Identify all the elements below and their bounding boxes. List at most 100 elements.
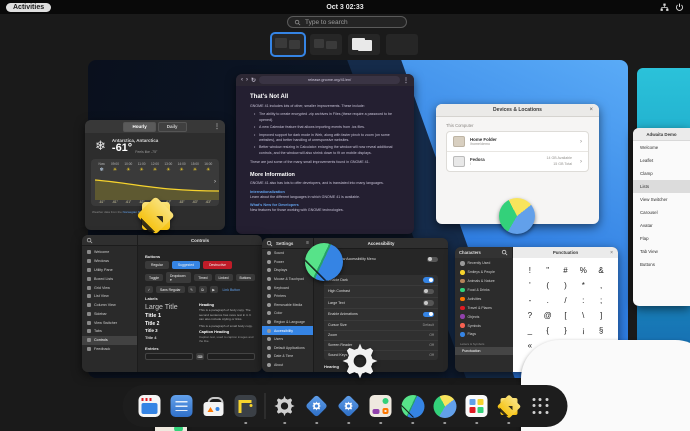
sidebar-item-category[interactable]: Animals & Nature [455, 277, 513, 286]
settings-app-icon[interactable] [341, 342, 379, 380]
sidebar-item[interactable]: Tabs [82, 327, 137, 336]
whats-new-developers-link[interactable]: What's New for Developers [250, 203, 400, 207]
sidebar-item[interactable]: Color [262, 309, 313, 318]
sidebar-item[interactable]: Region & Language [262, 318, 313, 327]
sidebar-item[interactable]: Buttons [633, 258, 690, 271]
sidebar-item-category[interactable]: Flags [455, 330, 513, 339]
character-cell[interactable]: { [539, 326, 557, 335]
dock-item-software[interactable] [201, 393, 227, 419]
chevron-right-icon[interactable]: › [214, 179, 216, 185]
character-cell[interactable]: } [557, 326, 575, 335]
link-button[interactable]: Link Button [223, 288, 241, 292]
sidebar-item[interactable]: Welcome [633, 141, 690, 154]
show-applications-button[interactable] [528, 393, 554, 419]
cursor-size-row[interactable]: Cursor Size Default [324, 319, 438, 330]
checkbox[interactable]: ✓ [145, 286, 153, 294]
reload-icon[interactable]: ↻ [251, 77, 256, 84]
character-cell[interactable]: § [592, 326, 610, 335]
toggle[interactable] [423, 277, 434, 283]
character-cell[interactable]: & [592, 266, 610, 275]
sidebar-item[interactable]: Accessibility [262, 326, 313, 335]
search-input[interactable]: Type to search [287, 16, 407, 28]
sidebar-item[interactable]: Windows [82, 257, 137, 266]
sidebar-item[interactable]: Carousel [633, 206, 690, 219]
regular-button[interactable]: Regular [145, 261, 169, 269]
list-item-home[interactable]: Home Folder /home/demo › [447, 132, 588, 151]
dock-item-files[interactable] [169, 393, 195, 419]
character-cell[interactable]: , [592, 281, 610, 290]
activities-button[interactable]: Activities [6, 2, 52, 12]
adwaita-demo-window[interactable]: Adwaita Demo Welcome Leaflet Clamp Lists Vie… [633, 128, 690, 306]
sidebar-item[interactable]: Printers [262, 292, 313, 301]
controls-demo-window[interactable]: Controls Welcome Windows Utility Pane Boxed… [82, 235, 262, 372]
small-button[interactable]: Timed [194, 274, 212, 282]
forward-icon[interactable]: › [246, 77, 248, 83]
back-icon[interactable]: ‹ [241, 77, 243, 83]
dock-item-calendar[interactable] [137, 393, 163, 419]
sidebar-item[interactable]: View Switcher [633, 193, 690, 206]
clock[interactable]: Oct 3 02:33 [326, 4, 363, 11]
sidebar-item[interactable]: Column View [82, 301, 137, 310]
edit-icon[interactable]: ✎ [187, 286, 196, 294]
play-icon[interactable]: ▶ [209, 286, 218, 294]
character-cell[interactable]: @ [539, 311, 557, 320]
sidebar-item-category[interactable]: Objects [455, 312, 513, 321]
sidebar-item[interactable]: View Switcher [82, 318, 137, 327]
toggle[interactable] [423, 311, 434, 317]
sidebar-item[interactable]: Keyboard [262, 283, 313, 292]
character-cell[interactable]: ; [592, 296, 610, 305]
sidebar-item-recent[interactable]: Recently Used [455, 259, 513, 268]
workspace-thumbnail-1[interactable] [270, 32, 306, 57]
close-icon[interactable]: × [589, 107, 593, 113]
character-cell[interactable]: : [574, 296, 592, 305]
sidebar-item[interactable]: Flap [633, 232, 690, 245]
copy-icon[interactable]: ⧉ [198, 286, 207, 294]
web-app-icon[interactable] [305, 243, 343, 281]
sidebar-item[interactable]: Grid View [82, 283, 137, 292]
sidebar-item[interactable]: Tab View [633, 245, 690, 258]
internationalization-link[interactable]: Internationalization [250, 190, 400, 194]
suggested-button[interactable]: Suggested [171, 261, 201, 269]
dock-item-builder[interactable] [233, 393, 259, 424]
sidebar-item[interactable]: Sidebar [82, 309, 137, 318]
sidebar-item[interactable]: Feedback [82, 345, 137, 354]
text-entry[interactable] [145, 353, 193, 361]
character-cell[interactable]: ! [521, 266, 539, 275]
character-cell[interactable]: \ [574, 311, 592, 320]
character-cell[interactable]: . [539, 296, 557, 305]
sidebar-item-category[interactable]: Travel & Places [455, 303, 513, 312]
tab-daily[interactable]: Daily [157, 121, 187, 132]
sidebar-item[interactable]: Welcome [82, 248, 137, 257]
weather-menu-icon[interactable]: ⋮ [214, 123, 220, 130]
workspace-thumbnail-4[interactable] [386, 34, 418, 55]
character-cell[interactable]: " [539, 266, 557, 275]
disk-usage-app-icon[interactable] [499, 198, 535, 234]
sidebar-item[interactable]: Boxed Lists [82, 274, 137, 283]
character-cell[interactable]: _ [521, 326, 539, 335]
character-cell[interactable]: [ [557, 311, 575, 320]
search-icon[interactable] [501, 249, 508, 256]
search-icon[interactable] [266, 240, 273, 247]
sidebar-item[interactable]: Utility Pane [82, 266, 137, 275]
weather-app-icon[interactable] [136, 196, 176, 236]
toggle[interactable] [423, 288, 434, 294]
search-icon[interactable] [86, 237, 93, 244]
tab-hourly[interactable]: Hourly [123, 121, 156, 132]
text-entry[interactable] [207, 353, 255, 361]
menu-icon[interactable]: ≡ [306, 240, 309, 246]
destructive-button[interactable]: Destructive [203, 261, 233, 269]
entry-icon[interactable]: ⌨ [196, 353, 204, 361]
character-cell[interactable]: - [521, 296, 539, 305]
font-button[interactable]: Sans Regular [156, 286, 185, 294]
dock-item-gtk-demo[interactable] [304, 393, 330, 424]
dock-item-disk-usage[interactable] [432, 393, 458, 424]
dock-item-web[interactable] [400, 393, 426, 424]
toggle[interactable] [423, 300, 434, 306]
browser-menu-icon[interactable]: ⋮ [403, 77, 409, 84]
sidebar-item-category[interactable]: Activities [455, 295, 513, 304]
character-cell[interactable]: ? [521, 311, 539, 320]
sidebar-item-punctuation[interactable]: Punctuation [455, 346, 513, 356]
sidebar-item[interactable]: Clamp [633, 167, 690, 180]
sidebar-item[interactable]: Users [262, 335, 313, 344]
accessibility-menu-toggle[interactable] [427, 256, 438, 262]
